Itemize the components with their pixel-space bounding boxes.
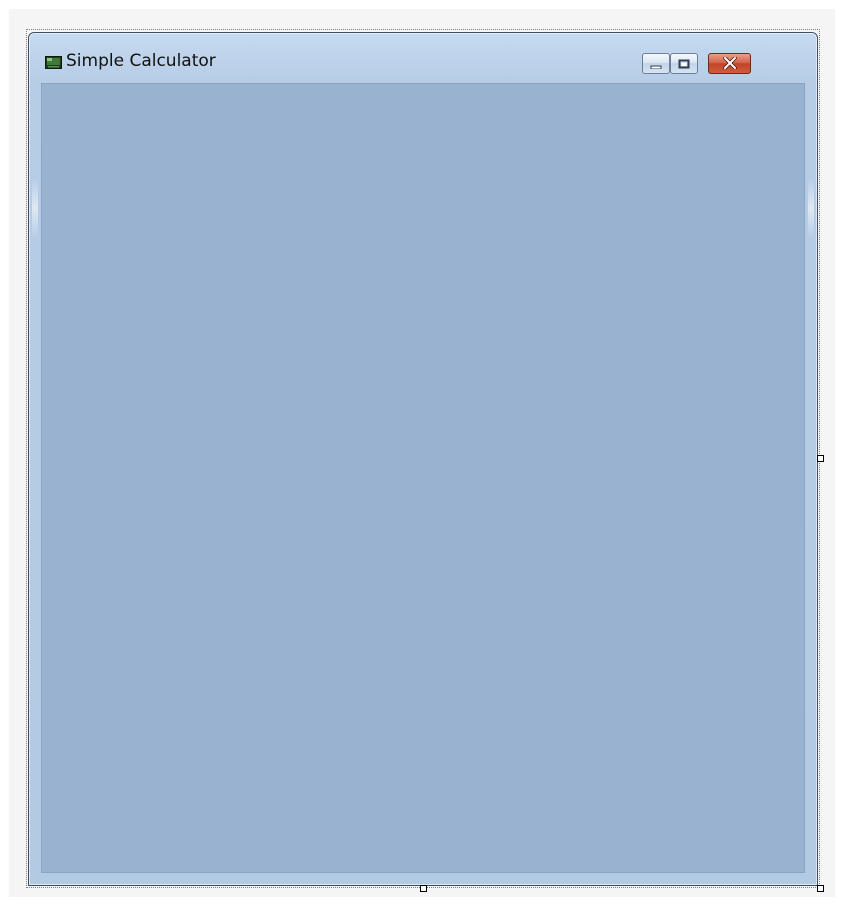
close-button[interactable] — [708, 53, 751, 74]
form-client-area[interactable] — [41, 83, 805, 873]
resize-handle-bottom[interactable] — [420, 885, 427, 892]
window-title: Simple Calculator — [66, 51, 216, 71]
frame-highlight-left — [32, 178, 38, 238]
form-window[interactable]: Simple Calculator — [28, 32, 818, 886]
close-icon — [722, 54, 737, 73]
maximize-icon — [678, 54, 690, 73]
frame-highlight-right — [808, 178, 814, 238]
maximize-button[interactable] — [670, 53, 698, 74]
app-window-icon — [45, 54, 62, 69]
minimize-button[interactable] — [642, 53, 670, 74]
resize-handle-right[interactable] — [817, 455, 824, 462]
resize-handle-bottom-right[interactable] — [817, 885, 824, 892]
minimize-icon — [650, 54, 662, 73]
title-bar[interactable]: Simple Calculator — [29, 33, 817, 83]
